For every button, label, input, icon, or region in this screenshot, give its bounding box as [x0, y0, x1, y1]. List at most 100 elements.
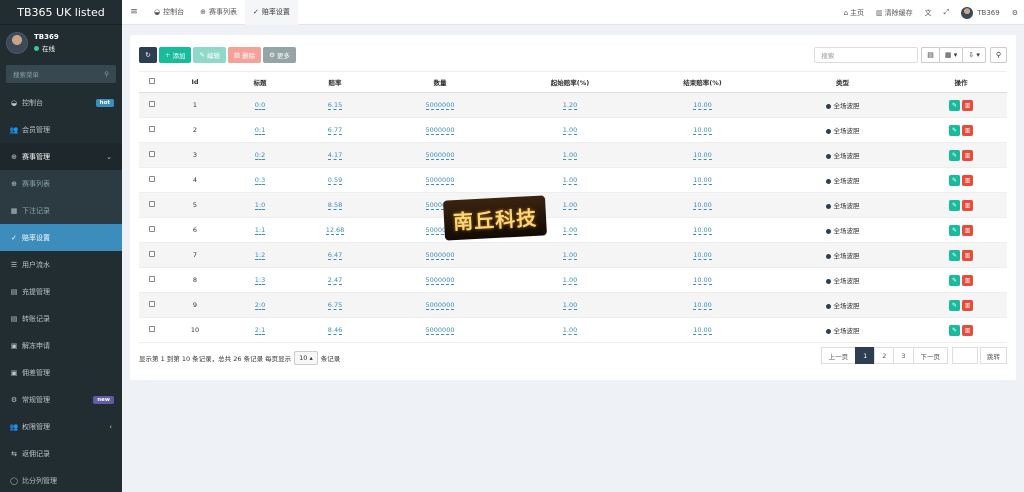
cell-start-odds[interactable]: 1.00 [505, 117, 635, 143]
jump-page-input[interactable] [952, 347, 978, 364]
cell-title[interactable]: 1:3 [225, 267, 295, 293]
cell-title[interactable]: 2:1 [225, 317, 295, 343]
jump-button[interactable]: 跳转 [980, 347, 1007, 364]
columns-button[interactable]: ▦ ▾ [938, 47, 964, 63]
sidebar-item[interactable]: 👥 权限管理 ‹ [0, 413, 122, 440]
row-edit-button[interactable]: ✎ [949, 299, 960, 311]
fullscreen-icon[interactable]: ⤢ [938, 0, 956, 25]
sidebar-item[interactable]: ▦ 下注记录 [0, 197, 122, 224]
row-checkbox[interactable] [139, 192, 165, 218]
cell-odds[interactable]: 8.46 [295, 317, 375, 343]
settings-gear-icon[interactable]: ⚙ [1006, 0, 1024, 25]
cell-start-odds[interactable]: 1.00 [505, 242, 635, 268]
cell-start-odds[interactable]: 1.00 [505, 317, 635, 343]
cell-start-odds[interactable]: 1.20 [505, 92, 635, 118]
row-delete-button[interactable]: ▥ [962, 274, 973, 286]
brand-logo[interactable]: TB365 UK listed [0, 0, 122, 25]
row-delete-button[interactable]: ▥ [962, 324, 973, 336]
row-edit-button[interactable]: ✎ [949, 149, 960, 161]
row-checkbox[interactable] [139, 167, 165, 193]
cell-quantity[interactable]: 5000000 [375, 167, 505, 193]
row-delete-button[interactable]: ▥ [962, 99, 973, 111]
tab-odds-settings[interactable]: ✓ 赔率设置 [244, 0, 298, 25]
clear-cache-button[interactable]: ▥ 清除缓存 [870, 0, 919, 25]
cell-odds[interactable]: 6.47 [295, 242, 375, 268]
table-search-input[interactable]: 搜索 [814, 47, 919, 63]
cell-start-odds[interactable]: 1.00 [505, 142, 635, 168]
sidebar-item[interactable]: ▤ 转账记录 [0, 305, 122, 332]
cell-end-odds[interactable]: 10.00 [635, 217, 770, 243]
sidebar-item[interactable]: ⊕ 赛事列表 [0, 170, 122, 197]
row-edit-button[interactable]: ✎ [949, 274, 960, 286]
cell-quantity[interactable]: 5000000 [375, 142, 505, 168]
cell-quantity[interactable]: 5000000 [375, 267, 505, 293]
row-checkbox[interactable] [139, 117, 165, 143]
page-2-button[interactable]: 2 [874, 347, 895, 364]
cell-end-odds[interactable]: 10.00 [635, 167, 770, 193]
header-end-odds[interactable]: 结束赔率(%) [635, 71, 770, 93]
cell-end-odds[interactable]: 10.00 [635, 267, 770, 293]
sidebar-item[interactable]: ⇆ 返佣记录 [0, 440, 122, 467]
row-delete-button[interactable]: ▥ [962, 124, 973, 136]
select-all-checkbox[interactable] [139, 71, 165, 93]
sidebar-item[interactable]: ⊕ 赛事管理 ⌄ [0, 143, 122, 170]
cell-quantity[interactable]: 5000000 [375, 92, 505, 118]
prev-page-button[interactable]: 上一页 [820, 347, 857, 364]
row-checkbox[interactable] [139, 317, 165, 343]
refresh-button[interactable]: ↻ [139, 47, 157, 63]
more-button[interactable]: ⚙ 更多 [263, 47, 296, 63]
row-checkbox[interactable] [139, 92, 165, 118]
row-edit-button[interactable]: ✎ [949, 199, 960, 211]
cell-title[interactable]: 1:2 [225, 242, 295, 268]
sidebar-item[interactable]: ▣ 佣差管理 [0, 359, 122, 386]
row-edit-button[interactable]: ✎ [949, 174, 960, 186]
export-button[interactable]: ⇩ ▾ [962, 47, 986, 63]
sidebar-item[interactable]: ◯ 比分列管理 [0, 467, 122, 492]
row-delete-button[interactable]: ▥ [962, 299, 973, 311]
cell-start-odds[interactable]: 1.00 [505, 167, 635, 193]
cell-odds[interactable]: 12.68 [295, 217, 375, 243]
cell-odds[interactable]: 8.58 [295, 192, 375, 218]
row-edit-button[interactable]: ✎ [949, 99, 960, 111]
add-button[interactable]: + 添加 [159, 47, 192, 63]
cell-quantity[interactable]: 5000000 [375, 317, 505, 343]
cell-title[interactable]: 1:0 [225, 192, 295, 218]
cell-title[interactable]: 0:0 [225, 92, 295, 118]
sidebar-item[interactable]: ☰ 用户流水 [0, 251, 122, 278]
edit-button[interactable]: ✎ 编辑 [193, 47, 226, 63]
search-icon[interactable]: ⚲ [104, 70, 109, 78]
next-page-button[interactable]: 下一页 [912, 347, 948, 364]
header-id[interactable]: Id [165, 71, 225, 93]
sidebar-item[interactable]: ▤ 充提管理 [0, 278, 122, 305]
user-menu[interactable]: TB369 [955, 0, 1005, 25]
cell-end-odds[interactable]: 10.00 [635, 92, 770, 118]
page-1-button[interactable]: 1 [855, 347, 876, 364]
row-checkbox[interactable] [139, 217, 165, 243]
header-odds[interactable]: 赔率 [295, 71, 375, 93]
tab-dashboard[interactable]: ◒ 控制台 [146, 0, 192, 25]
page-3-button[interactable]: 3 [893, 347, 914, 364]
row-edit-button[interactable]: ✎ [949, 324, 960, 336]
cell-title[interactable]: 0:3 [225, 167, 295, 193]
search-button[interactable]: ⚲ [989, 47, 1007, 63]
row-checkbox[interactable] [139, 267, 165, 293]
row-edit-button[interactable]: ✎ [949, 249, 960, 261]
sidebar-item[interactable]: ✓ 赔率设置 [0, 224, 122, 251]
sidebar-item[interactable]: ▣ 解冻申请 [0, 332, 122, 359]
cell-end-odds[interactable]: 10.00 [635, 142, 770, 168]
cell-odds[interactable]: 2.47 [295, 267, 375, 293]
row-edit-button[interactable]: ✎ [949, 124, 960, 136]
cell-odds[interactable]: 0.59 [295, 167, 375, 193]
cell-end-odds[interactable]: 10.00 [635, 292, 770, 318]
row-delete-button[interactable]: ▥ [962, 149, 973, 161]
sidebar-item[interactable]: ◒ 控制台 hot [0, 89, 122, 116]
cell-title[interactable]: 0:2 [225, 142, 295, 168]
row-delete-button[interactable]: ▥ [962, 174, 973, 186]
cell-end-odds[interactable]: 10.00 [635, 192, 770, 218]
row-delete-button[interactable]: ▥ [962, 224, 973, 236]
cell-end-odds[interactable]: 10.00 [635, 242, 770, 268]
cell-title[interactable]: 2:0 [225, 292, 295, 318]
home-link[interactable]: ⌂ 主页 [838, 0, 870, 25]
header-start-odds[interactable]: 起始赔率(%) [505, 71, 635, 93]
tab-event-list[interactable]: ⊕ 赛事列表 [192, 0, 245, 25]
